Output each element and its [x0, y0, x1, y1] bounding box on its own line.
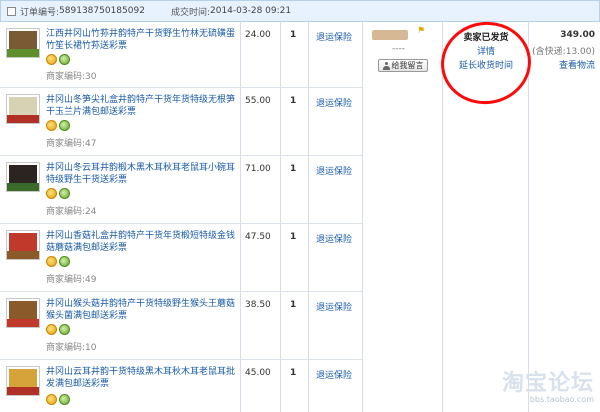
leaf-icon	[59, 394, 70, 405]
seller-placeholder: ----	[392, 44, 405, 54]
order-grid: 江西井冈山竹荪井韵特产干货野生竹林无硫磺蛋竹笙长裙竹荪送彩票 商家编码:30 2…	[0, 16, 600, 412]
product-title-link[interactable]: 江西井冈山竹荪井韵特产干货野生竹林无硫磺蛋竹笙长裙竹荪送彩票	[46, 28, 236, 52]
list-item: 井冈山猴头菇井韵特产干货特级野生猴头王蘑菇猴头菌满包邮送彩票 商家编码:10 3…	[0, 292, 362, 360]
medal-icon	[46, 256, 57, 267]
leaf-icon	[59, 188, 70, 199]
return-insurance-link[interactable]: 退运保险	[316, 368, 352, 381]
order-number: 589138750185092	[59, 6, 145, 16]
leaf-icon	[59, 256, 70, 267]
list-item: 井冈山冬笋尖礼盒井韵特产干货年货特级无根笋干玉兰片满包邮送彩票 商家编码:47 …	[0, 88, 362, 156]
order-checkbox[interactable]	[7, 6, 16, 16]
product-thumbnail[interactable]	[6, 28, 40, 58]
return-insurance-link[interactable]: 退运保险	[316, 30, 352, 43]
leaf-icon	[59, 120, 70, 131]
leaf-icon	[59, 54, 70, 65]
shipping-fee: (含快递:13.00)	[532, 47, 595, 57]
quantity: 1	[290, 164, 297, 174]
unit-price: 71.00	[245, 164, 271, 174]
badge-group	[46, 188, 70, 199]
seller-name-redacted[interactable]	[372, 30, 408, 40]
merchant-code: 商家编码:10	[46, 343, 97, 353]
badge-group	[46, 324, 70, 335]
person-icon	[382, 61, 390, 70]
medal-icon	[46, 324, 57, 335]
unit-price: 24.00	[245, 30, 271, 40]
list-item: 井冈山冬云耳井韵椴木黑木耳秋耳老鼠耳小碗耳特级野生干货送彩票 商家编码:24 7…	[0, 156, 362, 224]
merchant-code: 商家编码:49	[46, 275, 97, 285]
quantity: 1	[290, 300, 297, 310]
list-item: 井冈山香菇礼盒井韵特产干货年货椴短特级金钱菇蘑菇满包邮送彩票 商家编码:49 4…	[0, 224, 362, 292]
product-title-link[interactable]: 井冈山冬云耳井韵椴木黑木耳秋耳老鼠耳小碗耳特级野生干货送彩票	[46, 162, 236, 186]
return-insurance-link[interactable]: 退运保险	[316, 300, 352, 313]
return-insurance-link[interactable]: 退运保险	[316, 164, 352, 177]
leaf-icon	[59, 324, 70, 335]
column-divider	[362, 22, 363, 412]
deal-time: 2014-03-28 09:21	[210, 6, 292, 16]
return-insurance-link[interactable]: 退运保险	[316, 96, 352, 109]
product-title-link[interactable]: 井冈山冬笋尖礼盒井韵特产干货年货特级无根笋干玉兰片满包邮送彩票	[46, 94, 236, 118]
product-title-link[interactable]: 井冈山猴头菇井韵特产干货特级野生猴头王蘑菇猴头菌满包邮送彩票	[46, 298, 236, 322]
list-item: 江西井冈山竹荪井韵特产干货野生竹林无硫磺蛋竹笙长裙竹荪送彩票 商家编码:30 2…	[0, 22, 362, 88]
leave-message-label: 给我留言	[391, 61, 424, 70]
product-thumbnail[interactable]	[6, 230, 40, 260]
view-logistics-link[interactable]: 查看物流	[533, 58, 595, 71]
quantity: 1	[290, 232, 297, 242]
forum-watermark: 淘宝论坛 bbs.taobao.com	[501, 371, 594, 404]
medal-icon	[46, 54, 57, 65]
quantity: 1	[290, 30, 297, 40]
unit-price: 38.50	[245, 300, 271, 310]
quantity: 1	[290, 368, 297, 378]
quantity: 1	[290, 96, 297, 106]
medal-icon	[46, 394, 57, 405]
product-thumbnail[interactable]	[6, 366, 40, 396]
product-thumbnail[interactable]	[6, 162, 40, 192]
merchant-code: 商家编码:24	[46, 207, 97, 217]
deal-time-label: 成交时间:	[170, 7, 210, 18]
product-thumbnail[interactable]	[6, 94, 40, 124]
column-divider	[528, 22, 529, 412]
order-header: 订单编号: 589138750185092 成交时间: 2014-03-28 0…	[0, 0, 600, 22]
unit-price: 47.50	[245, 232, 271, 242]
unit-price: 55.00	[245, 96, 271, 106]
column-divider	[442, 22, 443, 412]
badge-group	[46, 54, 70, 65]
product-title-link[interactable]: 井冈山香菇礼盒井韵特产干货年货椴短特级金钱菇蘑菇满包邮送彩票	[46, 230, 236, 254]
leave-message-button[interactable]: 给我留言	[378, 59, 428, 72]
return-insurance-link[interactable]: 退运保险	[316, 232, 352, 245]
unit-price: 45.00	[245, 368, 271, 378]
product-thumbnail[interactable]	[6, 298, 40, 328]
merchant-code: 商家编码:30	[46, 72, 97, 82]
badge-group	[46, 120, 70, 131]
badge-group	[46, 394, 70, 405]
list-item: 井冈山云耳井韵干货特级黑木耳秋木耳老鼠耳批发满包邮送彩票 45.00 1 退运保…	[0, 360, 362, 412]
medal-icon	[46, 120, 57, 131]
order-number-label: 订单编号:	[20, 7, 60, 18]
medal-icon	[46, 188, 57, 199]
flag-icon: ⚑	[417, 26, 426, 36]
merchant-code: 商家编码:47	[46, 139, 97, 149]
order-total: 349.00	[560, 30, 595, 40]
product-title-link[interactable]: 井冈山云耳井韵干货特级黑木耳秋木耳老鼠耳批发满包邮送彩票	[46, 366, 236, 390]
badge-group	[46, 256, 70, 267]
